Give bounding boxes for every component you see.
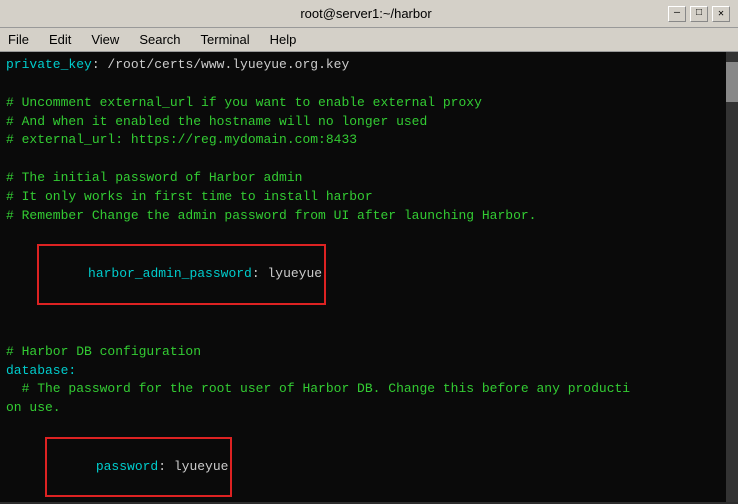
- line-comment-7: # Harbor DB configuration: [6, 343, 732, 362]
- line-password: password: lyueyue: [6, 418, 732, 502]
- line-blank-1: [6, 75, 732, 94]
- window-title: root@server1:~/harbor: [64, 6, 668, 21]
- line-comment-5: # It only works in first time to install…: [6, 188, 732, 207]
- line-comment-3: # external_url: https://reg.mydomain.com…: [6, 131, 732, 150]
- terminal-area[interactable]: private_key: /root/certs/www.lyueyue.org…: [0, 52, 738, 502]
- scrollbar-thumb[interactable]: [726, 62, 738, 102]
- close-button[interactable]: ✕: [712, 6, 730, 22]
- menu-edit[interactable]: Edit: [45, 30, 75, 49]
- line-blank-2: [6, 150, 732, 169]
- line-database-key: database:: [6, 362, 732, 381]
- line-private-key: private_key: /root/certs/www.lyueyue.org…: [6, 56, 732, 75]
- window-controls[interactable]: — □ ✕: [668, 6, 730, 22]
- line-comment-6: # Remember Change the admin password fro…: [6, 207, 732, 226]
- line-comment-8: # The password for the root user of Harb…: [6, 380, 732, 399]
- line-comment-2: # And when it enabled the hostname will …: [6, 113, 732, 132]
- menu-view[interactable]: View: [87, 30, 123, 49]
- line-blank-3: [6, 324, 732, 343]
- menu-search[interactable]: Search: [135, 30, 184, 49]
- line-comment-4: # The initial password of Harbor admin: [6, 169, 732, 188]
- scrollbar[interactable]: [726, 52, 738, 502]
- line-comment-9: on use.: [6, 399, 732, 418]
- minimize-button[interactable]: —: [668, 6, 686, 22]
- maximize-button[interactable]: □: [690, 6, 708, 22]
- line-admin-password: harbor_admin_password: lyueyue: [6, 226, 732, 324]
- menu-terminal[interactable]: Terminal: [197, 30, 254, 49]
- title-bar: root@server1:~/harbor — □ ✕: [0, 0, 738, 28]
- menu-file[interactable]: File: [4, 30, 33, 49]
- line-comment-1: # Uncomment external_url if you want to …: [6, 94, 732, 113]
- menu-help[interactable]: Help: [266, 30, 301, 49]
- menu-bar: File Edit View Search Terminal Help: [0, 28, 738, 52]
